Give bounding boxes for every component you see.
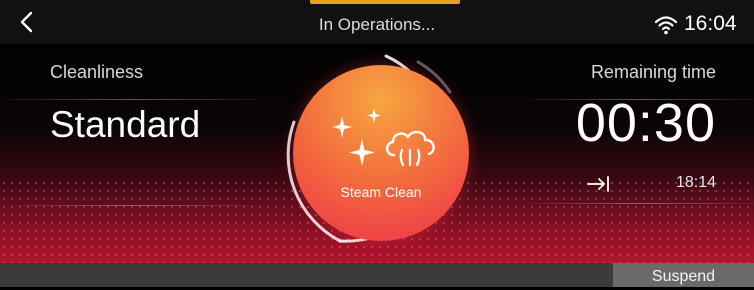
wifi-icon [654, 16, 678, 35]
steam-cloud-icon [385, 130, 435, 167]
cleanliness-value: Standard [50, 104, 201, 145]
cleanliness-label: Cleanliness [50, 62, 144, 82]
divider-left-bottom [8, 205, 258, 206]
sparkle-icon [332, 108, 381, 166]
top-accent-line [310, 0, 460, 4]
remaining-time-label: Remaining time [590, 62, 716, 82]
mode-label: Steam Clean [340, 184, 422, 200]
divider-left-top [8, 99, 258, 100]
suspend-button[interactable]: Suspend [613, 263, 754, 287]
top-bar: In Operations... 16:04 [0, 0, 754, 44]
end-time-icon [587, 176, 609, 192]
end-time-value: 18:14 [675, 174, 716, 191]
bottom-bar: Suspend [0, 263, 754, 287]
status-clock: 16:04 [684, 12, 737, 35]
page-title: In Operations... [318, 15, 436, 34]
divider-right-bottom [530, 203, 754, 204]
remaining-time-value: 00:30 [575, 93, 716, 153]
